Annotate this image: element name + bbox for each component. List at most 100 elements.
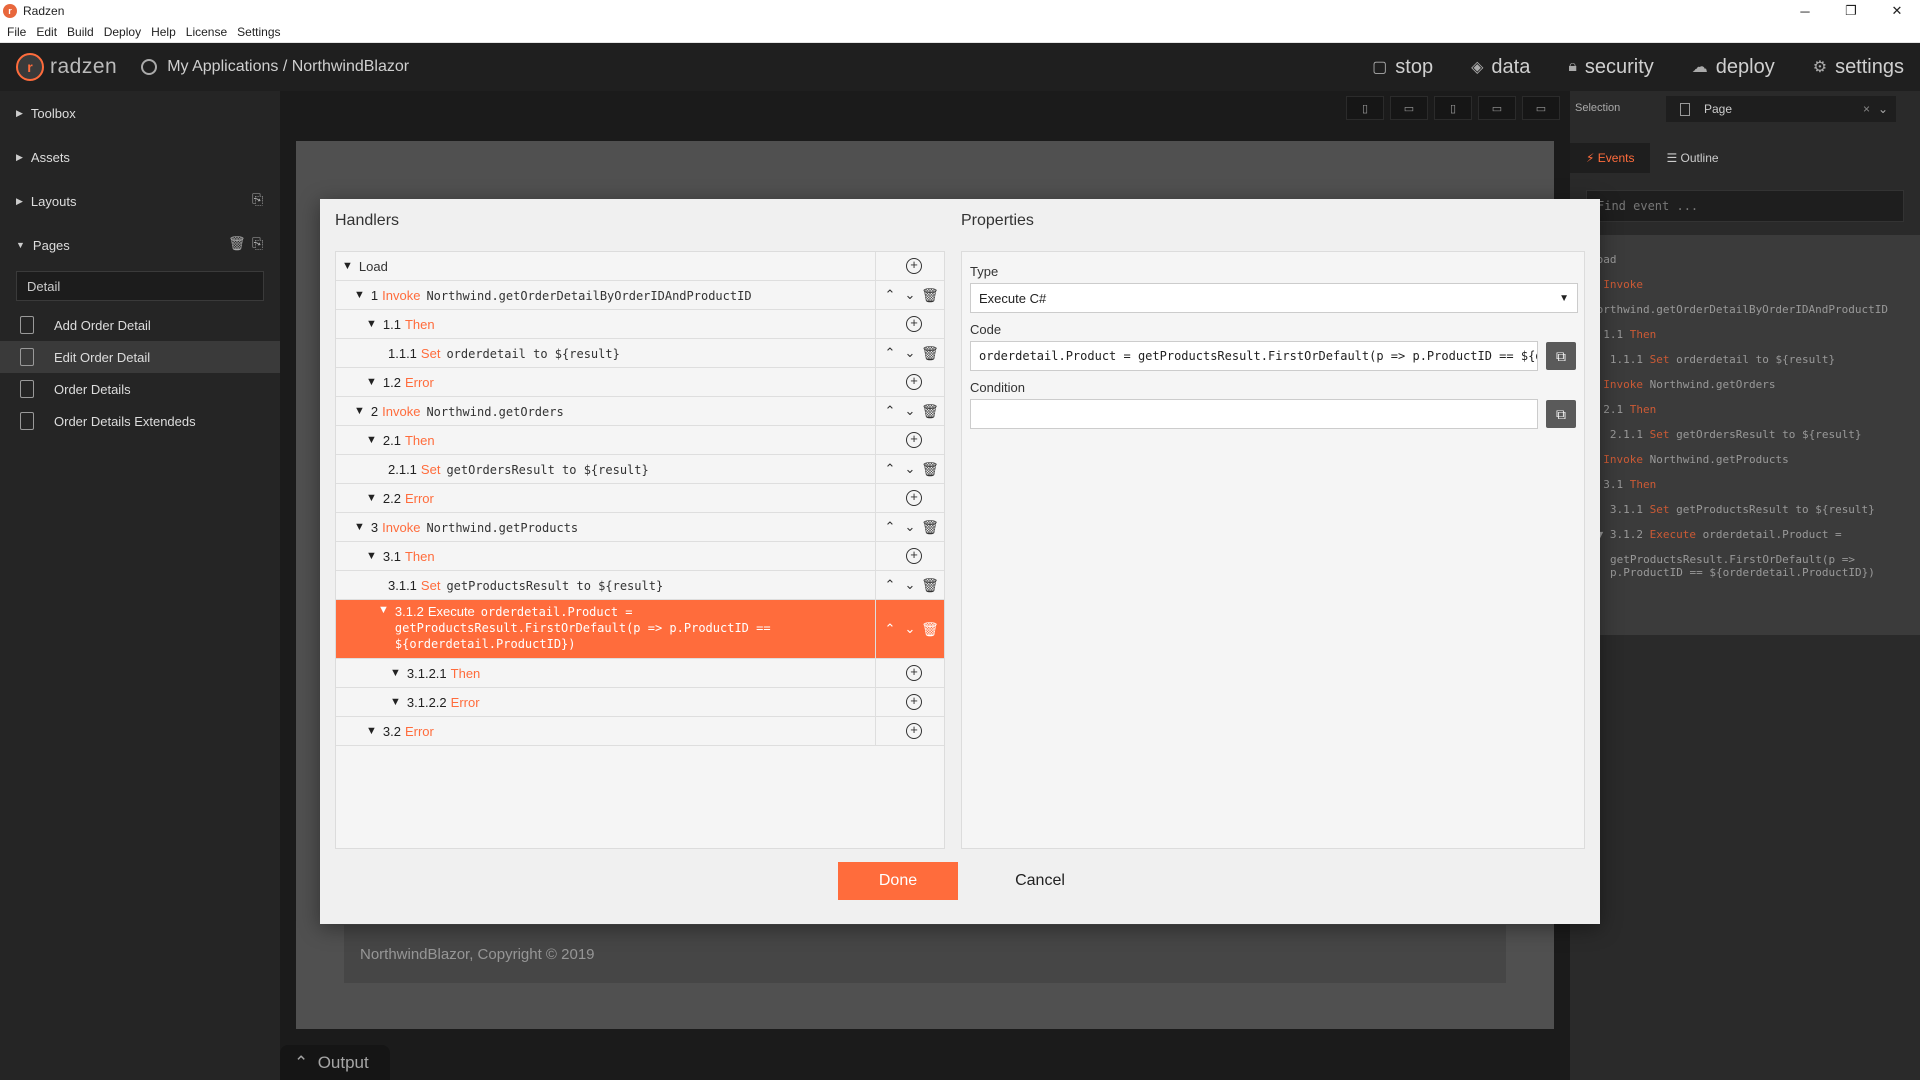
handler-label[interactable]: 1.1.1 Set orderdetail to ${result} xyxy=(336,339,876,367)
event-item[interactable]: ▼ 2.1 Then xyxy=(1590,403,1920,416)
add-action-icon[interactable]: + xyxy=(906,694,922,710)
delete-icon[interactable]: 🗑︎ xyxy=(920,619,940,639)
page-filter-input[interactable]: Detail xyxy=(16,271,264,301)
expand-triangle-icon[interactable]: ▼ xyxy=(342,260,353,272)
move-up-icon[interactable]: ⌃ xyxy=(880,401,900,421)
deploy-button[interactable]: ☁ deploy xyxy=(1692,56,1775,79)
menu-edit[interactable]: Edit xyxy=(36,25,57,39)
page-item-order-details-extendeds[interactable]: Order Details Extendeds xyxy=(0,405,280,437)
add-action-icon[interactable]: + xyxy=(906,490,922,506)
handler-label[interactable]: ▼ 1 Invoke Northwind.getOrderDetailByOrderI… xyxy=(336,281,876,309)
breadcrumb[interactable]: My Applications / NorthwindBlazor xyxy=(141,58,409,76)
add-page-icon[interactable]: ⎘ xyxy=(252,235,268,253)
expand-triangle-icon[interactable]: ▼ xyxy=(390,667,401,679)
handler-row[interactable]: 3.1.1 Set getProductsResult to ${result} ⌃ ⌄… xyxy=(336,571,944,600)
handler-label[interactable]: 3.1.1 Set getProductsResult to ${result} xyxy=(336,571,876,599)
handler-label[interactable]: ▼ 2.1 Then xyxy=(336,426,876,454)
condition-input[interactable] xyxy=(970,399,1538,429)
handler-row[interactable]: 1.1.1 Set orderdetail to ${result} ⌃ ⌄ 🗑︎ xyxy=(336,339,944,368)
data-button[interactable]: ◈ data xyxy=(1471,56,1530,79)
close-window-button[interactable]: ✕ xyxy=(1874,0,1920,22)
delete-icon[interactable]: 🗑︎ xyxy=(920,343,940,363)
move-down-icon[interactable]: ⌄ xyxy=(900,575,920,595)
add-action-icon[interactable]: + xyxy=(906,374,922,390)
expand-triangle-icon[interactable]: ▼ xyxy=(366,434,377,446)
handler-row[interactable]: ▼ 3 Invoke Northwind.getProducts ⌃ ⌄ 🗑︎ xyxy=(336,513,944,542)
clear-selection-icon[interactable]: × xyxy=(1863,102,1870,116)
move-down-icon[interactable]: ⌄ xyxy=(900,517,920,537)
menu-settings[interactable]: Settings xyxy=(237,25,280,39)
add-layout-icon[interactable]: ⎘ xyxy=(252,191,268,209)
handler-row[interactable]: ▼ 2 Invoke Northwind.getOrders ⌃ ⌄ 🗑︎ xyxy=(336,397,944,426)
event-item[interactable]: getProductsResult.FirstOrDefault(p => p.… xyxy=(1590,553,1920,579)
pages-section[interactable]: ▼ Pages 🗑︎ ⎘ xyxy=(0,223,280,267)
delete-icon[interactable]: 🗑︎ xyxy=(920,575,940,595)
move-up-icon[interactable]: ⌃ xyxy=(880,619,900,639)
tab-outline[interactable]: ☰ Outline xyxy=(1650,143,1734,173)
expand-triangle-icon[interactable]: ▼ xyxy=(366,318,377,330)
brand[interactable]: r radzen xyxy=(16,53,117,81)
assets-section[interactable]: ▶ Assets xyxy=(0,135,280,179)
code-input[interactable]: orderdetail.Product = getProductsResult.… xyxy=(970,341,1538,371)
open-code-editor-icon[interactable]: ⧉ xyxy=(1546,342,1576,370)
open-condition-editor-icon[interactable]: ⧉ xyxy=(1546,400,1576,428)
menu-help[interactable]: Help xyxy=(151,25,176,39)
security-button[interactable]: 🔒︎ security xyxy=(1568,56,1653,79)
page-item-edit-order-detail[interactable]: Edit Order Detail xyxy=(0,341,280,373)
handler-row-selected[interactable]: ▼ 3.1.2 Execute orderdetail.Product = getPr… xyxy=(336,600,944,659)
cancel-button[interactable]: Cancel xyxy=(980,862,1100,900)
menu-file[interactable]: File xyxy=(7,25,26,39)
find-event-input[interactable]: Find event ... xyxy=(1586,190,1904,222)
handler-row[interactable]: ▼ 2.1 Then + xyxy=(336,426,944,455)
event-item[interactable]: ▼ 3.1 Then xyxy=(1590,478,1920,491)
move-down-icon[interactable]: ⌄ xyxy=(900,619,920,639)
handler-label[interactable]: ▼ 3.1.2.2 Error xyxy=(336,688,876,716)
add-action-icon[interactable]: + xyxy=(906,316,922,332)
handler-label[interactable]: ▼ 2.2 Error xyxy=(336,484,876,512)
add-action-icon[interactable]: + xyxy=(906,258,922,274)
page-item-add-order-detail[interactable]: Add Order Detail xyxy=(0,309,280,341)
settings-button[interactable]: ⚙ settings xyxy=(1813,56,1904,79)
event-item[interactable]: 2.1.1 Set getOrdersResult to ${result} xyxy=(1590,428,1920,441)
expand-triangle-icon[interactable]: ▼ xyxy=(354,521,365,533)
handler-row[interactable]: ▼ 1.1 Then + xyxy=(336,310,944,339)
move-down-icon[interactable]: ⌄ xyxy=(900,285,920,305)
handler-label[interactable]: ▼ 1.1 Then xyxy=(336,310,876,338)
selection-dropdown[interactable]: Page × ⌄ xyxy=(1666,96,1896,122)
handler-label[interactable]: ▼ 3.1.2 Execute orderdetail.Product = getPr… xyxy=(336,600,876,658)
expand-triangle-icon[interactable]: ▼ xyxy=(366,725,377,737)
event-item[interactable]: 1.1.1 Set orderdetail to ${result} xyxy=(1590,353,1920,366)
expand-triangle-icon[interactable]: ▼ xyxy=(366,550,377,562)
minimize-button[interactable]: ─ xyxy=(1782,0,1828,22)
event-item[interactable]: 1 Invoke xyxy=(1590,278,1920,291)
maximize-button[interactable]: ❐ xyxy=(1828,0,1874,22)
move-up-icon[interactable]: ⌃ xyxy=(880,517,900,537)
event-item[interactable]: ▼ 3.1.2 Execute orderdetail.Product = xyxy=(1590,528,1920,541)
expand-triangle-icon[interactable]: ▼ xyxy=(354,405,365,417)
expand-triangle-icon[interactable]: ▼ xyxy=(366,492,377,504)
event-item[interactable]: 3 Invoke Northwind.getProducts xyxy=(1590,453,1920,466)
add-action-icon[interactable]: + xyxy=(906,548,922,564)
handler-label[interactable]: ▼ 2 Invoke Northwind.getOrders xyxy=(336,397,876,425)
handler-row[interactable]: ▼ 1.2 Error + xyxy=(336,368,944,397)
handler-label[interactable]: ▼ Load xyxy=(336,252,876,280)
move-down-icon[interactable]: ⌄ xyxy=(900,401,920,421)
handler-row[interactable]: ▼ 3.1.2.1 Then + xyxy=(336,659,944,688)
handler-row[interactable]: ▼ 3.1 Then + xyxy=(336,542,944,571)
handler-label[interactable]: ▼ 3.1.2.1 Then xyxy=(336,659,876,687)
event-item[interactable]: ▼ 1.1 Then xyxy=(1590,328,1920,341)
page-item-order-details[interactable]: Order Details xyxy=(0,373,280,405)
delete-icon[interactable]: 🗑︎ xyxy=(920,459,940,479)
layouts-section[interactable]: ▶ Layouts ⎘ xyxy=(0,179,280,223)
handler-row[interactable]: ▼ 3.2 Error + xyxy=(336,717,944,746)
add-action-icon[interactable]: + xyxy=(906,723,922,739)
handler-row[interactable]: 2.1.1 Set getOrdersResult to ${result} ⌃ ⌄ 🗑︎ xyxy=(336,455,944,484)
done-button[interactable]: Done xyxy=(838,862,958,900)
handler-row[interactable]: ▼ 3.1.2.2 Error + xyxy=(336,688,944,717)
handler-label[interactable]: ▼ 1.2 Error xyxy=(336,368,876,396)
type-select[interactable]: Execute C# ▼ xyxy=(970,283,1578,313)
toolbox-section[interactable]: ▶ Toolbox xyxy=(0,91,280,135)
move-up-icon[interactable]: ⌃ xyxy=(880,575,900,595)
handler-row[interactable]: ▼ 2.2 Error + xyxy=(336,484,944,513)
move-up-icon[interactable]: ⌃ xyxy=(880,459,900,479)
